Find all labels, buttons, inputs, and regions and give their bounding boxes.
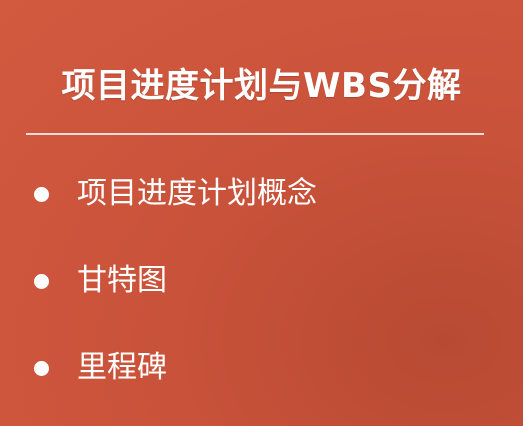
bullet-item-milestone: 里程碑 xyxy=(34,346,317,390)
bullet-item-gantt: 甘特图 xyxy=(34,259,317,303)
slide-title: 项目进度计划与WBS分解 xyxy=(61,66,462,106)
bullet-dot-icon xyxy=(34,273,49,289)
bullet-label: 甘特图 xyxy=(77,263,167,298)
bullet-label: 里程碑 xyxy=(77,350,167,385)
bullet-dot-icon xyxy=(34,360,49,376)
bullet-item-concept: 项目进度计划概念 xyxy=(34,172,317,216)
bullet-dot-icon xyxy=(34,186,49,202)
bullet-list: 项目进度计划概念 甘特图 里程碑 xyxy=(34,172,317,426)
slide: 项目进度计划与WBS分解 项目进度计划概念 甘特图 里程碑 xyxy=(0,0,523,426)
title-divider xyxy=(26,133,484,135)
bullet-label: 项目进度计划概念 xyxy=(77,176,317,211)
